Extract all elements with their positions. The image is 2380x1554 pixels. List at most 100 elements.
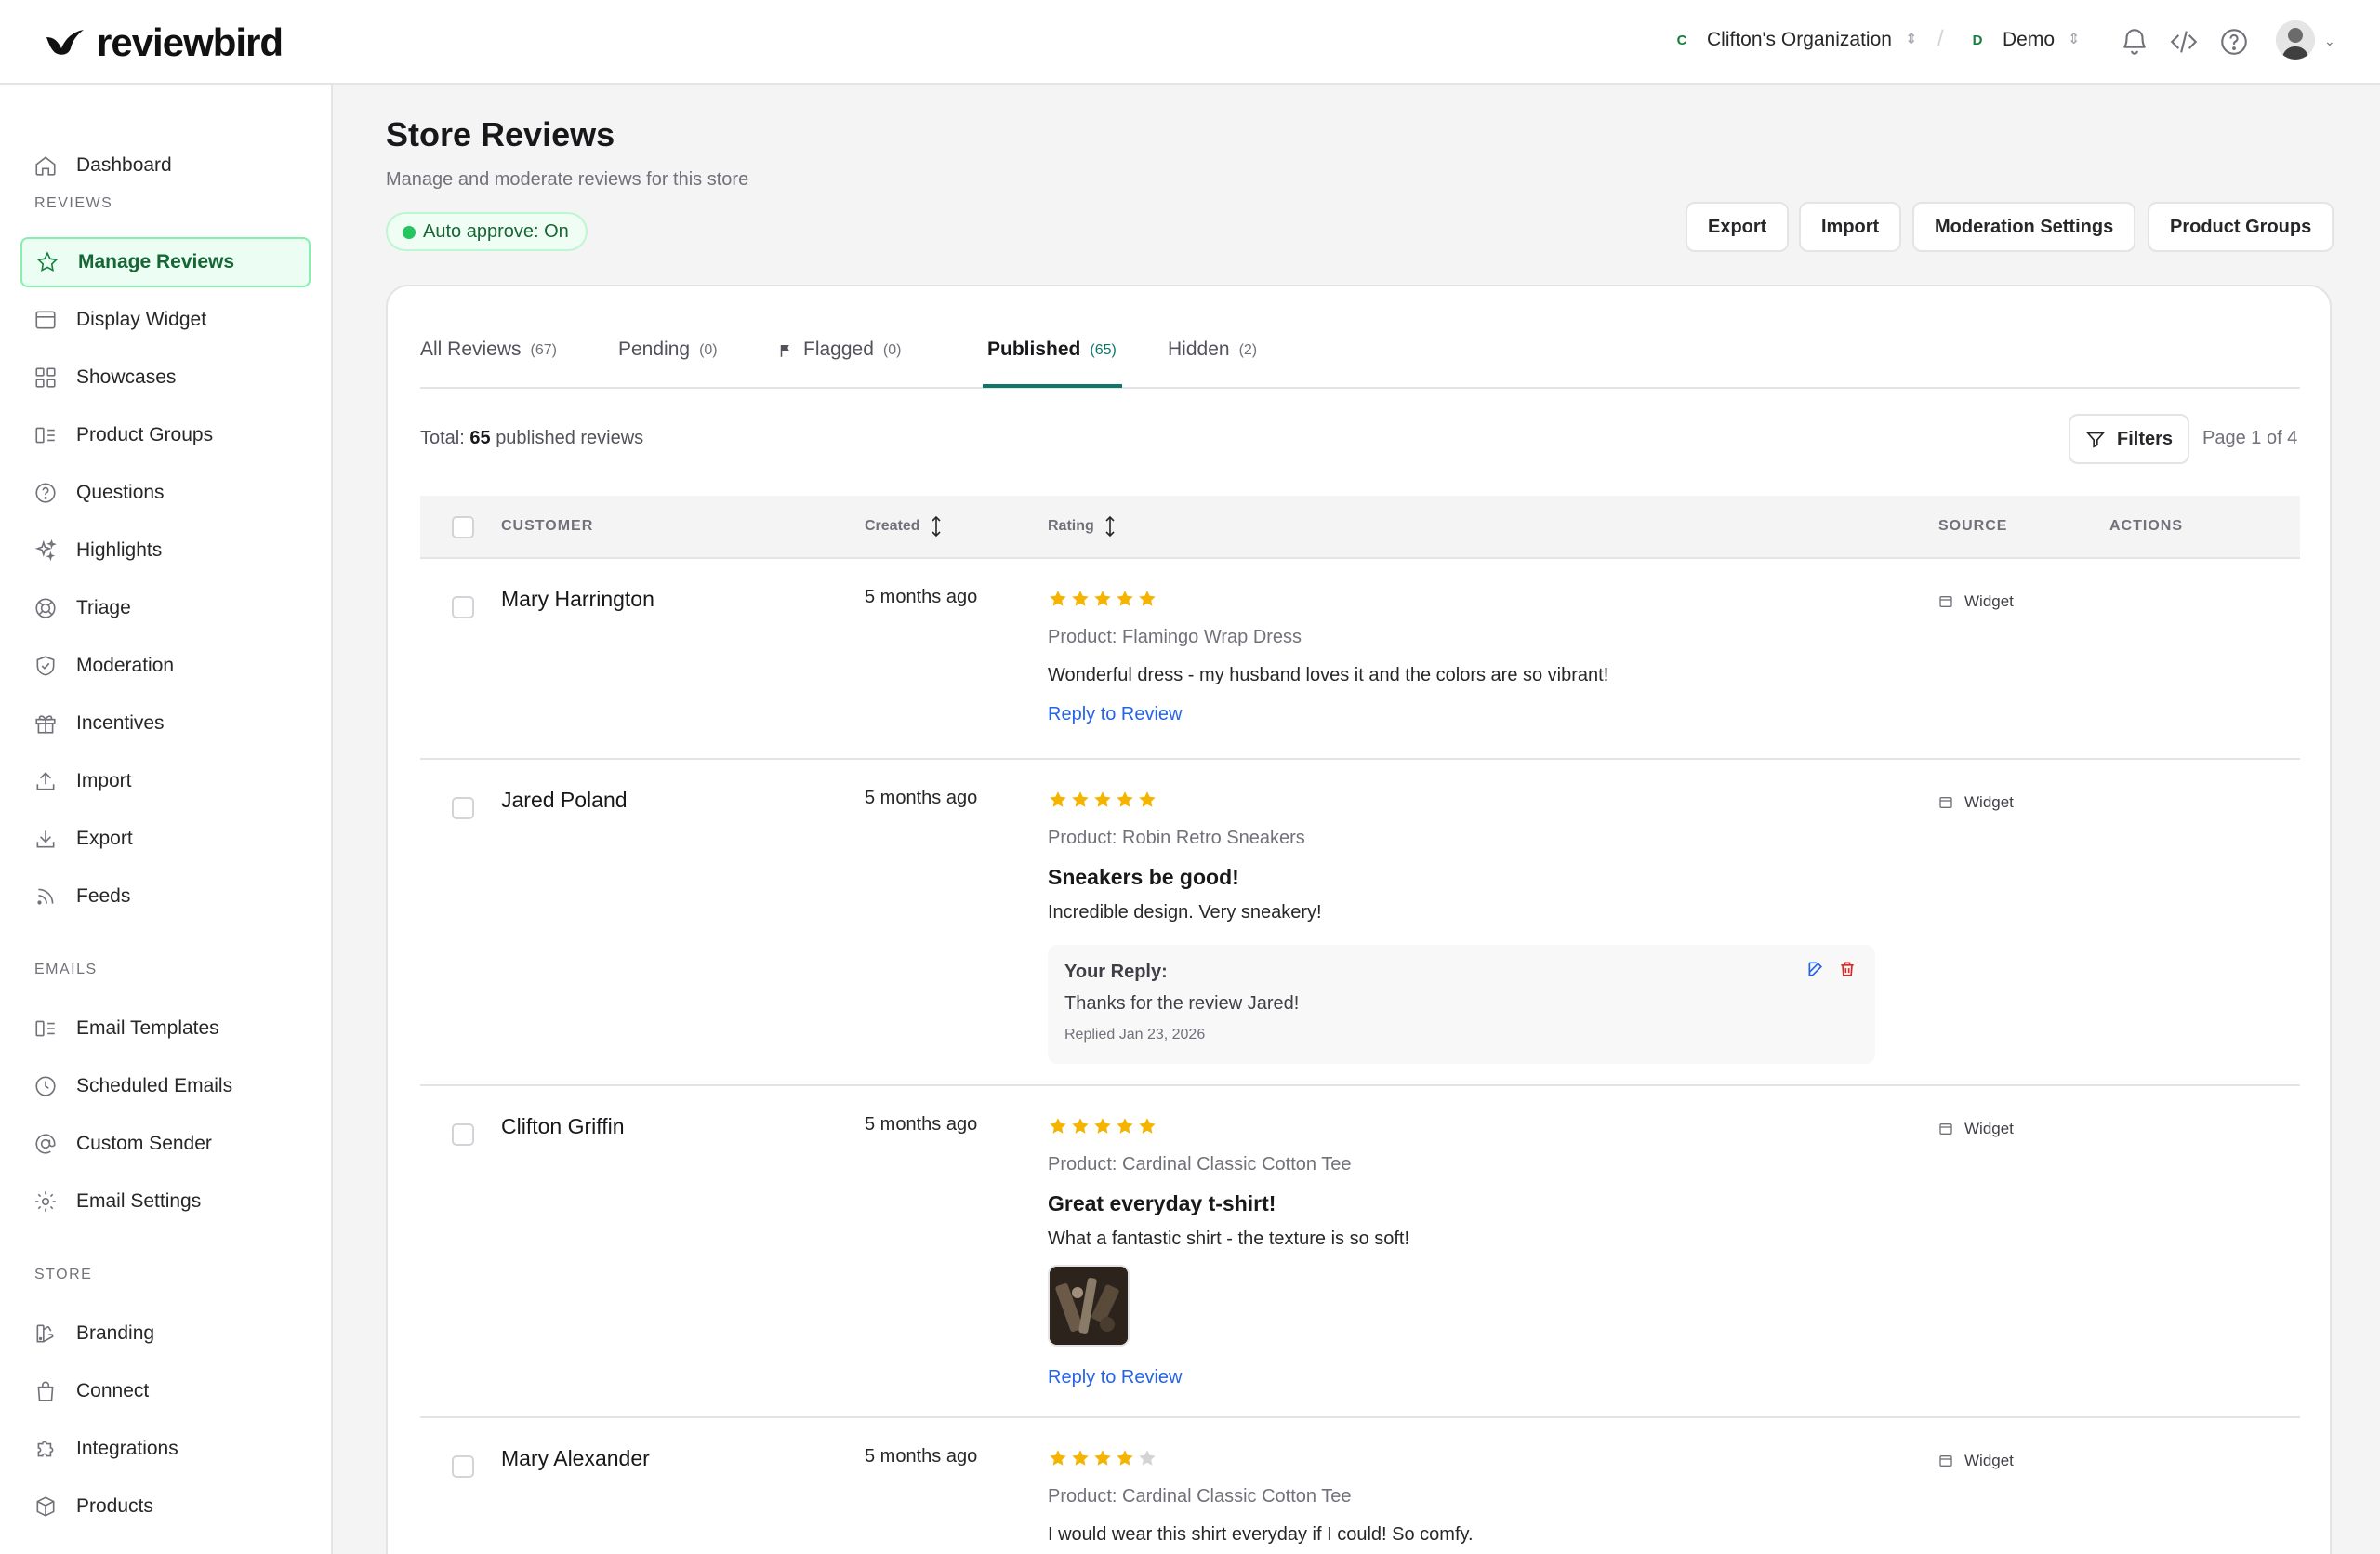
customer-name: Mary Harrington: [501, 587, 654, 611]
sidebar-item-label: Display Widget: [76, 309, 207, 330]
section-label-store: STORE: [34, 1267, 93, 1282]
sidebar-item-label: Scheduled Emails: [76, 1075, 233, 1096]
sidebar-item-label: Triage: [76, 597, 131, 618]
sidebar-item-product-groups[interactable]: Product Groups: [20, 410, 311, 460]
column-header-rating[interactable]: Rating: [1048, 514, 1117, 538]
sidebar-item-integrations[interactable]: Integrations: [20, 1424, 311, 1474]
row-checkbox[interactable]: [452, 1455, 474, 1478]
select-all-checkbox[interactable]: [452, 516, 474, 538]
sidebar-item-label: Email Settings: [76, 1190, 202, 1212]
star-filled-icon: [1050, 1450, 1066, 1466]
product-groups-button[interactable]: Product Groups: [2148, 202, 2334, 252]
star-filled-icon: [1094, 1450, 1111, 1466]
sidebar-item-custom-sender[interactable]: Custom Sender: [20, 1119, 311, 1169]
brand-logo[interactable]: reviewbird: [45, 20, 284, 65]
tab-all-reviews[interactable]: All Reviews (67): [420, 339, 557, 389]
sidebar-item-incentives[interactable]: Incentives: [20, 698, 311, 749]
total-suffix: published reviews: [496, 428, 644, 448]
row-checkbox[interactable]: [452, 1123, 474, 1146]
avatar-portrait: [2276, 20, 2315, 60]
star-empty-icon: [1139, 1450, 1156, 1466]
tab-label: Published: [987, 339, 1081, 360]
reply-date: Replied Jan 23, 2026: [1064, 1027, 1206, 1043]
sidebar-item-connect[interactable]: Connect: [20, 1366, 311, 1416]
sidebar-item-manage-reviews[interactable]: Manage Reviews: [20, 237, 311, 287]
sort-icon: [932, 515, 941, 538]
clock-icon: [35, 1076, 56, 1096]
star-filled-icon: [1072, 791, 1089, 807]
import-button[interactable]: Import: [1799, 202, 1902, 252]
review-photo-image: [1050, 1267, 1128, 1345]
source-label: Widget: [1964, 1452, 2014, 1469]
sidebar-item-moderation[interactable]: Moderation: [20, 641, 311, 691]
edit-icon[interactable]: [1806, 960, 1825, 978]
tab-flagged[interactable]: Flagged (0): [777, 339, 901, 389]
star-filled-icon: [1117, 791, 1133, 807]
created-date: 5 months ago: [865, 788, 978, 808]
star-filled-icon: [1072, 1118, 1089, 1134]
sidebar: Dashboard REVIEWS Manage Reviews Display…: [0, 85, 333, 1554]
gear-icon: [35, 1191, 56, 1212]
window-icon: [1939, 1123, 1952, 1135]
sidebar-item-label: Dashboard: [76, 154, 172, 176]
reply-to-review-link[interactable]: Reply to Review: [1048, 704, 1183, 725]
row-checkbox[interactable]: [452, 596, 474, 618]
export-button[interactable]: Export: [1686, 202, 1790, 252]
sidebar-item-display-widget[interactable]: Display Widget: [20, 295, 311, 345]
section-label-reviews: REVIEWS: [34, 195, 113, 211]
sidebar-item-email-templates[interactable]: Email Templates: [20, 1003, 311, 1054]
bell-icon[interactable]: [2119, 26, 2150, 58]
moderation-settings-button[interactable]: Moderation Settings: [1912, 202, 2136, 252]
sidebar-item-dashboard[interactable]: Dashboard: [20, 140, 311, 191]
breadcrumb-separator: /: [1937, 26, 1944, 51]
palette-icon: [36, 1324, 54, 1343]
sidebar-item-import[interactable]: Import: [20, 756, 311, 806]
source-badge: Widget: [1938, 1452, 2014, 1470]
organization-switcher[interactable]: C Clifton's Organization ⇕: [1670, 28, 1918, 52]
sidebar-item-questions[interactable]: Questions: [20, 468, 311, 518]
bird-logo-icon: [46, 30, 84, 55]
chevron-down-icon[interactable]: ⌄: [2324, 33, 2335, 49]
sparkles-icon: [34, 539, 57, 562]
tab-published[interactable]: Published (65): [987, 339, 1117, 389]
user-avatar[interactable]: [2276, 20, 2315, 60]
help-circle-icon[interactable]: [2218, 26, 2250, 58]
trash-icon[interactable]: [1838, 960, 1857, 978]
tab-pending[interactable]: Pending (0): [618, 339, 718, 389]
sidebar-item-export[interactable]: Export: [20, 814, 311, 864]
sidebar-item-triage[interactable]: Triage: [20, 583, 311, 633]
code-icon[interactable]: [2168, 26, 2200, 58]
auto-approve-badge: Auto approve: On: [386, 212, 588, 251]
star-filled-icon: [1139, 591, 1156, 606]
sidebar-item-label: Connect: [76, 1380, 150, 1401]
filters-label: Filters: [2117, 428, 2174, 449]
column-header-created[interactable]: Created: [865, 514, 943, 538]
review-tabs: All Reviews (67) Pending (0) Flagged (0)…: [420, 286, 2300, 389]
store-switcher[interactable]: D Demo ⇕: [1965, 28, 2081, 52]
sidebar-item-feeds[interactable]: Feeds: [20, 871, 311, 922]
sidebar-item-label: Branding: [76, 1322, 155, 1344]
reply-to-review-link[interactable]: Reply to Review: [1048, 1367, 1183, 1388]
customer-name: Clifton Griffin: [501, 1114, 625, 1138]
filters-button[interactable]: Filters: [2069, 414, 2190, 464]
review-photo[interactable]: [1048, 1265, 1130, 1347]
sidebar-item-branding[interactable]: Branding: [20, 1308, 311, 1359]
sidebar-item-label: Showcases: [76, 366, 177, 388]
top-bar: reviewbird C Clifton's Organization ⇕ / …: [0, 0, 2380, 85]
tab-hidden[interactable]: Hidden (2): [1168, 339, 1257, 389]
auto-approve-label: Auto approve: On: [423, 220, 569, 242]
column-header-customer: CUSTOMER: [501, 518, 594, 534]
sidebar-item-products[interactable]: Products: [20, 1481, 311, 1532]
rss-icon: [37, 888, 54, 905]
sidebar-item-email-settings[interactable]: Email Settings: [20, 1176, 311, 1227]
active-tab-indicator: [983, 384, 1122, 388]
sidebar-item-showcases[interactable]: Showcases: [20, 352, 311, 403]
grid-icon: [35, 367, 56, 388]
star-filled-icon: [1094, 1118, 1111, 1134]
row-checkbox[interactable]: [452, 797, 474, 819]
sidebar-item-scheduled-emails[interactable]: Scheduled Emails: [20, 1061, 311, 1111]
table-header: CUSTOMER Created Rating SOURCE ACTIONS: [420, 496, 2300, 559]
lifebuoy-icon: [35, 598, 56, 618]
sidebar-item-label: Products: [76, 1495, 153, 1517]
sidebar-item-highlights[interactable]: Highlights: [20, 525, 311, 576]
